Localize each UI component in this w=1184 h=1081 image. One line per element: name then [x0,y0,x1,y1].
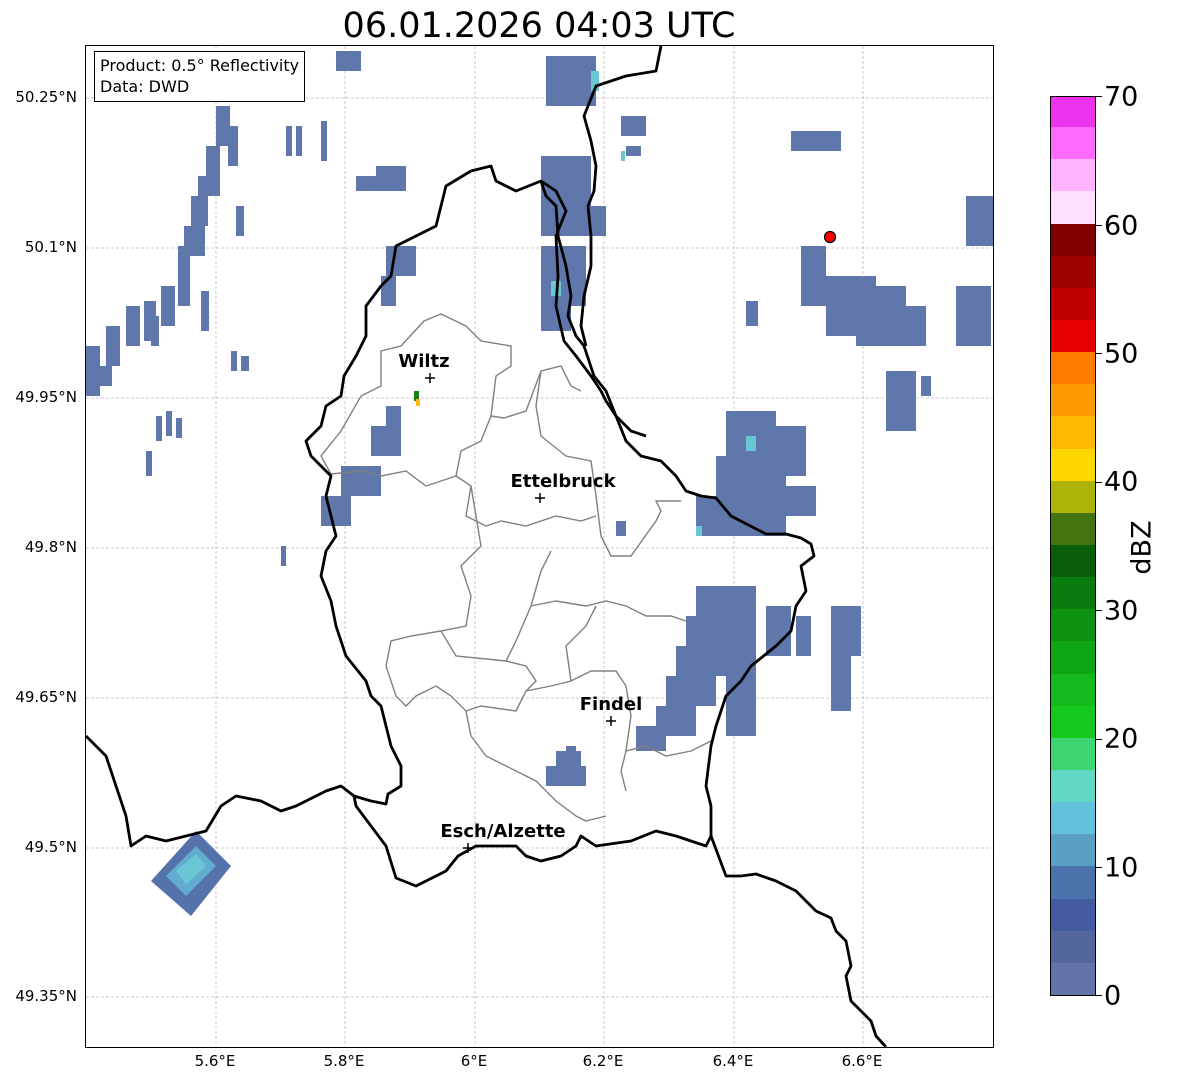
data-source-label: Data: DWD [100,77,190,96]
product-info-box: Product: 0.5° Reflectivity Data: DWD [94,51,306,102]
colorbar-unit: dBZ [1126,520,1158,575]
colorbar-segment [1051,576,1095,610]
lon-label: 6.6°E [841,1052,883,1070]
colorbar-segment [1051,190,1095,224]
colorbar-label: 60 [1104,210,1139,242]
colorbar-segment [1051,287,1095,320]
colorbar-label: 70 [1104,81,1139,113]
colorbar-segment [1051,930,1095,963]
colorbar-tick [1096,610,1102,611]
colorbar-segment [1051,865,1095,899]
colorbar-segment [1051,447,1095,481]
city-label-wiltz: Wiltz [398,351,450,372]
colorbar-segment [1051,640,1095,674]
colorbar-segment [1051,126,1095,160]
colorbar-segment [1051,705,1095,738]
colorbar-segment [1051,222,1095,256]
lat-label: 49.65°N [15,688,77,706]
lat-label: 50.25°N [15,88,77,106]
colorbar-segment [1051,962,1095,995]
lon-label: 6.2°E [582,1052,624,1070]
colorbar-segment [1051,897,1095,931]
lon-label: 6°E [460,1052,488,1070]
colorbar-tick [1096,225,1102,226]
radar-site-marker [823,230,837,244]
product-label: Product: 0.5° Reflectivity [100,56,300,75]
colorbar-tick [1096,739,1102,740]
gridlines [86,46,993,1047]
colorbar-label: 10 [1104,852,1139,884]
colorbar-tick [1096,96,1102,97]
colorbar-label: 20 [1104,723,1139,755]
colorbar-segment [1051,158,1095,192]
lat-label: 49.5°N [24,838,77,856]
colorbar-segment [1051,737,1095,770]
lon-label: 6.4°E [712,1052,754,1070]
colorbar-label: 30 [1104,595,1139,627]
colorbar-segment [1051,255,1095,288]
city-label-ettelbruck: Ettelbruck [510,471,616,492]
colorbar-tick [1096,482,1102,483]
colorbar-tick [1096,867,1102,868]
colorbar-label: 50 [1104,338,1139,370]
colorbar-segment [1051,512,1095,545]
lon-label: 5.8°E [323,1052,365,1070]
colorbar-label: 0 [1104,980,1122,1012]
colorbar-segment [1051,833,1095,867]
city-label-esch-alzette: Esch/Alzette [440,821,566,842]
lat-label: 49.35°N [15,987,77,1005]
radar-map[interactable] [85,45,994,1048]
colorbar-segment [1051,544,1095,578]
map-title: 06.01.2026 04:03 UTC [342,6,736,46]
colorbar [1050,96,1096,996]
colorbar-segment [1051,415,1095,449]
lat-label: 49.95°N [15,388,77,406]
colorbar-tick [1096,353,1102,354]
colorbar-segment [1051,383,1095,417]
colorbar-segment [1051,351,1095,385]
city-markers [425,373,616,853]
lat-label: 50.1°N [24,238,77,256]
colorbar-segment [1051,608,1095,642]
city-label-findel: Findel [579,694,643,715]
colorbar-segment [1051,319,1095,353]
colorbar-segment [1051,672,1095,706]
colorbar-segment [1051,769,1095,803]
colorbar-segment [1051,480,1095,513]
map-canvas [86,46,993,1047]
lon-label: 5.6°E [194,1052,236,1070]
lat-label: 49.8°N [24,538,77,556]
colorbar-label: 40 [1104,466,1139,498]
colorbar-tick [1096,995,1102,996]
colorbar-segment [1051,801,1095,835]
colorbar-segment [1051,97,1095,128]
